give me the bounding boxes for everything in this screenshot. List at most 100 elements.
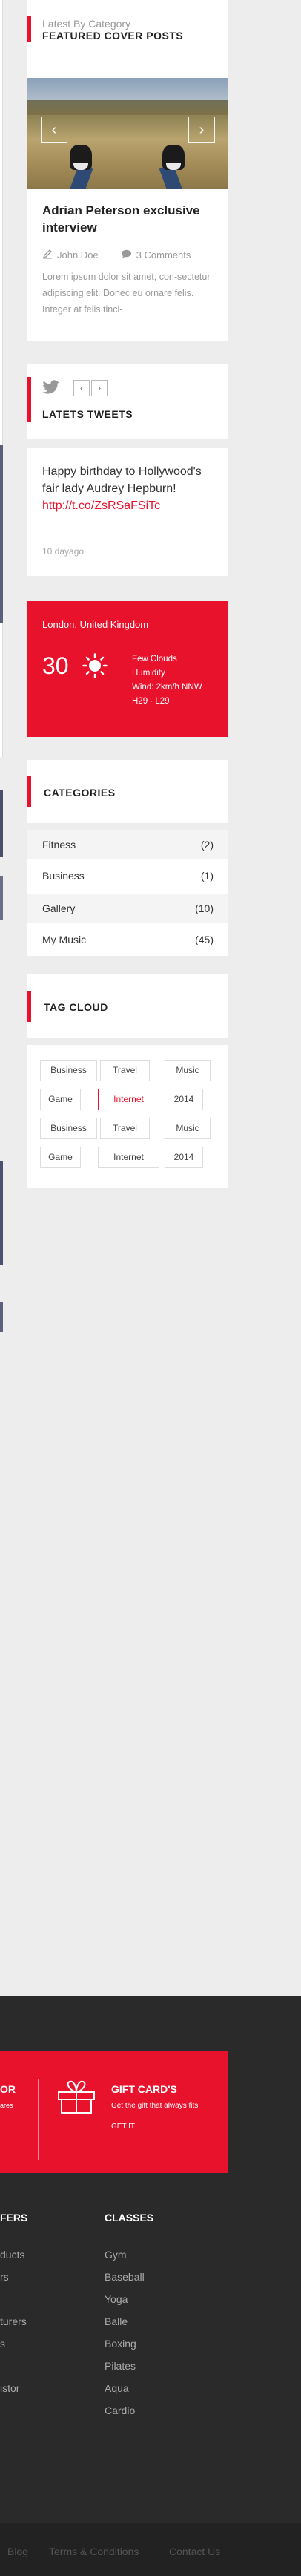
promo-banner: OR ares GIFT CARD'S Get the gift that al… [0, 2051, 228, 2173]
weather-details: Few Clouds Humidity Wind: 2km/h NNW H29 … [132, 652, 202, 709]
tweet-link[interactable]: http://t.co/ZsRSaFSiTc [42, 497, 220, 514]
post-author[interactable]: John Doe [57, 249, 99, 260]
footer-col1-link[interactable]: s [0, 2338, 5, 2350]
tag-music[interactable]: Music [165, 1118, 211, 1139]
category-item[interactable]: Fitness (2) [27, 830, 228, 859]
tweets-widget-header: ‹ › LATETS TWEETS [27, 364, 228, 439]
post-title[interactable]: Adrian Peterson exclusive interview [42, 202, 216, 236]
footer: OR ares GIFT CARD'S Get the gift that al… [0, 1996, 301, 2523]
footer-class-link[interactable]: Baseball [105, 2271, 145, 2283]
promo-divider [38, 2079, 39, 2160]
bottom-bar: Blog Terms & Conditions Contact Us [0, 2523, 301, 2576]
sun-icon [82, 653, 108, 682]
categories-title: CATEGORIES [44, 787, 116, 799]
category-name: Gallery [42, 902, 76, 914]
category-name: Fitness [42, 839, 76, 851]
featured-header: Latest By Category FEATURED COVER POSTS [27, 0, 228, 55]
featured-widget: Latest By Category FEATURED COVER POSTS … [27, 0, 228, 341]
accent-bar [27, 776, 31, 807]
tagcloud-title: TAG CLOUD [44, 1001, 108, 1013]
footer-class-link[interactable]: Aqua [105, 2382, 129, 2394]
category-count: (1) [200, 870, 214, 882]
left-image-strip [0, 790, 3, 857]
chevron-left-icon: ‹ [51, 122, 57, 138]
footer-col1-link[interactable]: istor [0, 2382, 19, 2394]
left-image-strip [0, 445, 3, 623]
gift-card-link[interactable]: GET IT [111, 2123, 135, 2131]
category-name: My Music [42, 934, 87, 945]
promo-left-subtitle: ares [0, 2102, 13, 2109]
weather-wind: Wind: 2km/h NNW [132, 683, 202, 692]
accent-bar [27, 16, 31, 42]
tag-2014[interactable]: 2014 [165, 1089, 203, 1110]
tag-game[interactable]: Game [40, 1089, 81, 1110]
tag-game[interactable]: Game [40, 1147, 81, 1168]
blog-link[interactable]: Blog [7, 2546, 28, 2557]
terms-link[interactable]: Terms & Conditions [49, 2546, 139, 2557]
weather-location: London, United Kingdom [42, 619, 149, 630]
post-comments[interactable]: 3 Comments [136, 249, 191, 260]
left-image-strip [0, 1161, 3, 1265]
footer-classes-heading: CLASSES [105, 2212, 154, 2223]
tag-internet[interactable]: Internet [98, 1089, 159, 1110]
post-excerpt: Lorem ipsum dolor sit amet, con-sectetur… [42, 272, 211, 315]
tweets-next-button[interactable]: › [91, 380, 108, 396]
edit-icon [42, 249, 53, 261]
featured-title: FEATURED COVER POSTS [42, 30, 184, 42]
gift-card-title: GIFT CARD'S [111, 2083, 177, 2095]
post-meta: John Doe 3 Comments [42, 249, 220, 261]
category-count: (2) [200, 839, 214, 851]
category-name: Business [42, 870, 85, 882]
footer-col1-link[interactable]: ducts [0, 2249, 24, 2261]
footer-class-link[interactable]: Balle [105, 2316, 128, 2327]
accent-bar [27, 377, 31, 422]
contact-link[interactable]: Contact Us [169, 2546, 220, 2557]
tweets-prev-button[interactable]: ‹ [73, 380, 90, 396]
gift-icon [56, 2080, 96, 2118]
tag-business[interactable]: Business [40, 1118, 97, 1139]
tagcloud-header: TAG CLOUD [27, 974, 228, 1038]
weather-temperature: 30 [42, 652, 69, 679]
footer-class-link[interactable]: Yoga [105, 2293, 128, 2305]
footer-col1-link[interactable]: rs [0, 2271, 9, 2283]
weather-hilo: H29 · L29 [132, 697, 170, 706]
footer-class-link[interactable]: Boxing [105, 2338, 136, 2350]
tweet-card: Happy birthday to Hollywood's fair lady … [27, 448, 228, 576]
footer-col1-link[interactable]: turers [0, 2316, 27, 2327]
chevron-right-icon: › [199, 122, 205, 138]
tagcloud-body: Business Travel Music Game Internet 2014… [27, 1045, 228, 1188]
footer-col1-heading: FERS [0, 2212, 28, 2223]
prev-slide-button[interactable]: ‹ [41, 117, 67, 143]
weather-condition: Few Clouds [132, 655, 177, 663]
tweet-time: 10 dayago [42, 546, 85, 557]
comment-icon [121, 249, 132, 261]
categories-header: CATEGORIES [27, 760, 228, 823]
category-item[interactable]: My Music (45) [27, 925, 228, 954]
category-item[interactable]: Business (1) [27, 861, 228, 891]
categories-list: Fitness (2) Business (1) Gallery (10) My… [27, 830, 228, 956]
gift-card-subtitle: Get the gift that always fits [111, 2102, 199, 2110]
next-slide-button[interactable]: › [188, 117, 215, 143]
accent-bar [27, 991, 31, 1022]
tag-travel[interactable]: Travel [100, 1060, 150, 1081]
cover-image[interactable]: ‹ › [27, 78, 228, 189]
tag-business[interactable]: Business [40, 1060, 97, 1081]
tweet-message: Happy birthday to Hollywood's fair lady … [42, 465, 202, 495]
category-count: (10) [195, 902, 214, 914]
category-count: (45) [195, 934, 214, 945]
tag-internet[interactable]: Internet [98, 1147, 159, 1168]
footer-class-link[interactable]: Gym [105, 2249, 127, 2261]
left-image-strip [0, 876, 3, 920]
tag-travel[interactable]: Travel [100, 1118, 150, 1139]
tag-2014[interactable]: 2014 [165, 1147, 203, 1168]
footer-class-link[interactable]: Pilates [105, 2360, 136, 2372]
tweets-title: LATETS TWEETS [42, 408, 133, 420]
tweet-text: Happy birthday to Hollywood's fair lady … [42, 463, 220, 514]
category-item[interactable]: Gallery (10) [27, 894, 228, 923]
promo-left-title: OR [0, 2083, 16, 2095]
weather-humidity: Humidity [132, 669, 165, 678]
footer-class-link[interactable]: Cardio [105, 2405, 135, 2416]
tag-music[interactable]: Music [165, 1060, 211, 1081]
weather-widget: London, United Kingdom 30 Few Clouds Hum… [27, 601, 228, 737]
featured-subtitle: Latest By Category [42, 18, 131, 30]
